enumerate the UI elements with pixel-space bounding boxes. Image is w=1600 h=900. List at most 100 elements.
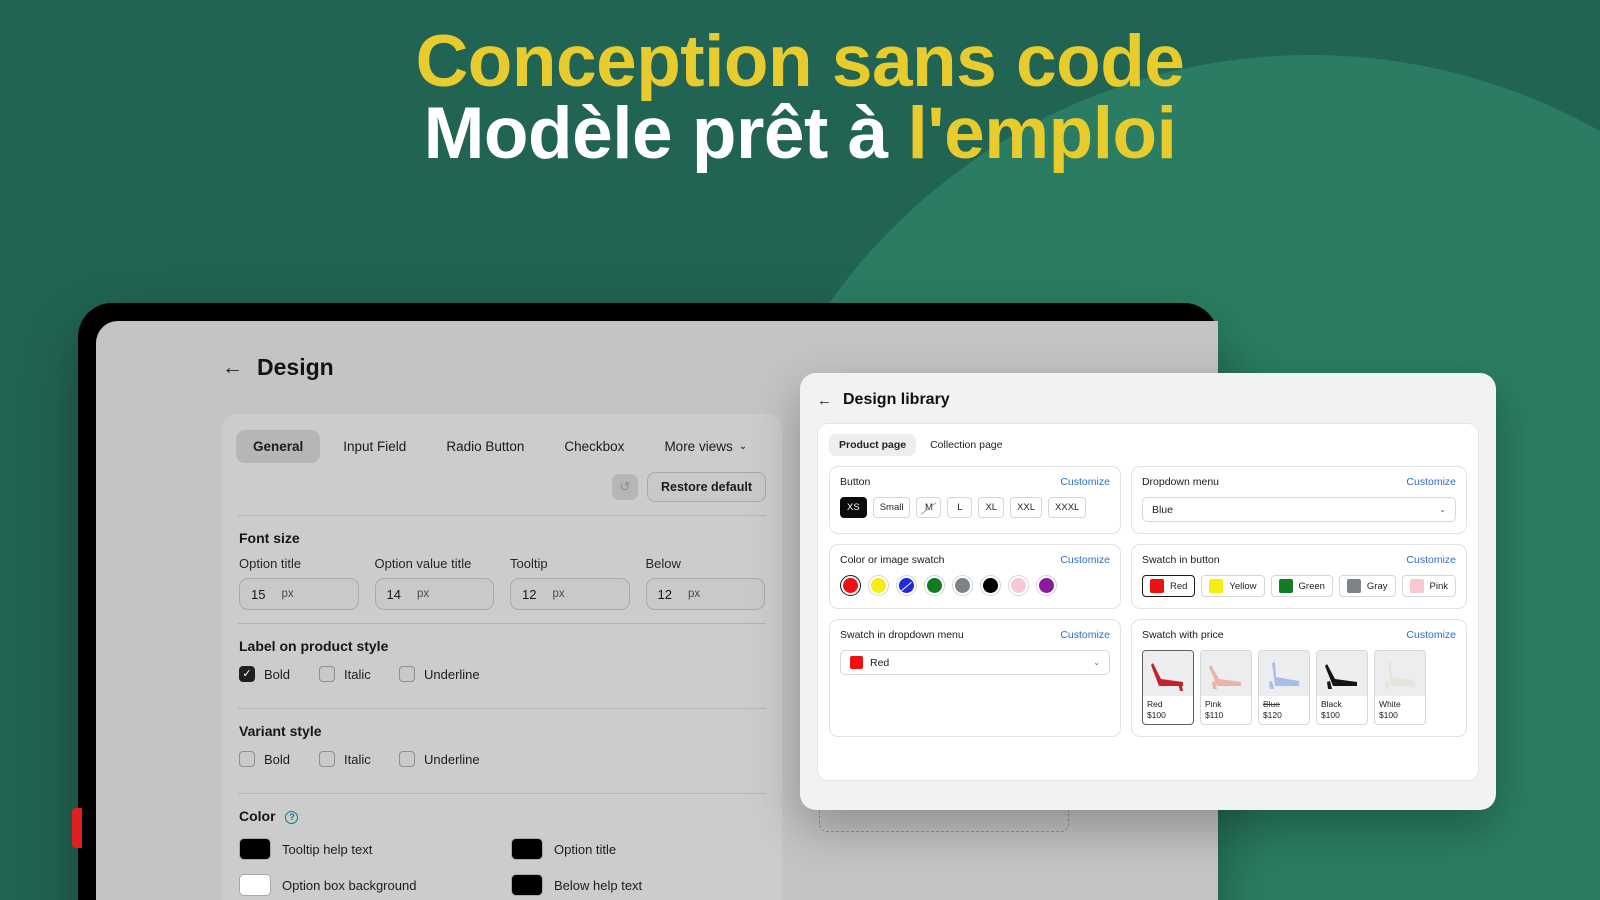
tab-product-page[interactable]: Product page xyxy=(829,434,917,456)
shoe-thumbnail xyxy=(1200,651,1251,696)
price-swatch-blue[interactable]: Blue $120 xyxy=(1257,650,1310,726)
color-label: Option box background xyxy=(282,877,417,893)
color-label: Below help text xyxy=(554,877,643,893)
card-title: Swatch in button xyxy=(1141,554,1220,566)
tab-more-views[interactable]: More views ⌄ xyxy=(647,430,764,463)
color-swatch xyxy=(239,838,271,860)
price-swatch-white[interactable]: White $100 xyxy=(1373,650,1426,726)
card-header: Swatch with price Customize xyxy=(1142,629,1456,641)
price-swatch-red[interactable]: Red $100 xyxy=(1141,650,1194,726)
size-chip-xxl[interactable]: XXL xyxy=(1010,497,1043,518)
customize-link[interactable]: Customize xyxy=(1060,476,1110,488)
screenshot-stage: Conception sans code Modèle prêt à l'emp… xyxy=(0,0,1600,900)
customize-link[interactable]: Customize xyxy=(1406,629,1456,641)
color-heading: Color ? xyxy=(222,794,782,824)
checkbox-label: Underline xyxy=(424,666,480,682)
swatch-button-gray[interactable]: Gray xyxy=(1338,575,1396,597)
restore-default-button[interactable]: Restore default xyxy=(647,472,766,502)
price-swatch-name: Pink xyxy=(1204,699,1222,709)
field-value: 12 xyxy=(522,586,537,602)
color-swatch xyxy=(239,874,271,896)
swatch-button-pink[interactable]: Pink xyxy=(1401,575,1456,597)
color-dot-purple[interactable] xyxy=(1036,575,1057,596)
price-meta: Pink $110 xyxy=(1201,696,1251,724)
swatch-button-yellow[interactable]: Yellow xyxy=(1201,575,1265,597)
font-size-fields: Option title 15 px Option value title 14… xyxy=(222,546,782,610)
checkbox-box xyxy=(399,666,415,682)
arrow-left-icon[interactable]: ← xyxy=(222,357,243,378)
swatch-chip xyxy=(1346,579,1361,593)
color-dot-pink[interactable] xyxy=(1008,575,1029,596)
tab-input-field[interactable]: Input Field xyxy=(326,430,423,463)
price-meta: Red $100 xyxy=(1143,696,1193,724)
color-dot-black[interactable] xyxy=(980,575,1001,596)
shoe-thumbnail xyxy=(1142,651,1193,696)
checkbox-box xyxy=(399,751,415,767)
option-value-title-size-input[interactable]: 14 px xyxy=(374,578,494,610)
swatch-button-label: Yellow xyxy=(1229,580,1257,592)
option-title-size-input[interactable]: 15 px xyxy=(239,578,359,610)
color-label: Option title xyxy=(554,841,617,857)
color-tooltip-help-text[interactable]: Tooltip help text xyxy=(239,838,493,860)
arrow-left-icon[interactable]: ← xyxy=(817,393,832,408)
color-dot-gray[interactable] xyxy=(952,575,973,596)
checkbox-label: Bold xyxy=(264,751,291,767)
size-chip-xl[interactable]: XL xyxy=(978,497,1005,518)
card-swatch-in-button: Swatch in button Customize Red Yellow Gr… xyxy=(1130,544,1467,609)
customize-link[interactable]: Customize xyxy=(1406,476,1456,488)
size-chip-small[interactable]: Small xyxy=(872,497,911,518)
size-chip-m[interactable]: M xyxy=(916,497,942,518)
checkbox-label: Italic xyxy=(344,751,371,767)
tab-more-views-label: More views xyxy=(664,439,733,454)
label-on-product-style-heading: Label on product style xyxy=(239,638,389,654)
checkbox-product-underline[interactable]: Underline xyxy=(399,666,509,682)
dot-fill xyxy=(927,578,942,593)
tab-checkbox[interactable]: Checkbox xyxy=(547,430,641,463)
checkbox-variant-italic[interactable]: Italic xyxy=(319,751,399,767)
question-mark-icon[interactable]: ? xyxy=(285,811,299,824)
swatch-button-green[interactable]: Green xyxy=(1270,575,1333,597)
size-chip-l[interactable]: L xyxy=(947,497,973,518)
swatch-button-red[interactable]: Red xyxy=(1141,575,1196,597)
color-dot-blue[interactable] xyxy=(896,575,917,596)
card-dropdown-menu: Dropdown menu Customize Blue ⌄ xyxy=(1130,466,1467,534)
chevron-down-icon: ⌄ xyxy=(738,441,748,452)
size-chip-xs[interactable]: XS xyxy=(840,497,867,518)
dropdown-menu-select[interactable]: Blue ⌄ xyxy=(1141,497,1456,522)
size-chip-xxxl[interactable]: XXXL xyxy=(1048,497,1087,518)
undo-icon[interactable]: ↺ xyxy=(612,474,638,500)
tab-general[interactable]: General xyxy=(236,430,321,463)
color-option-box-background[interactable]: Option box background xyxy=(239,874,493,896)
page-title: Design xyxy=(257,354,334,380)
checkbox-variant-bold[interactable]: Bold xyxy=(239,751,319,767)
swatch-dropdown-select[interactable]: Red ⌄ xyxy=(840,650,1110,675)
color-option-title[interactable]: Option title xyxy=(511,838,765,860)
customize-link[interactable]: Customize xyxy=(1060,629,1110,641)
hero-headline: Conception sans code Modèle prêt à l'emp… xyxy=(0,25,1600,169)
checkbox-product-bold[interactable]: Bold xyxy=(239,666,319,682)
tab-collection-page[interactable]: Collection page xyxy=(920,434,1012,456)
below-size-input[interactable]: 12 px xyxy=(645,578,765,610)
price-swatch-amount: $110 xyxy=(1204,709,1224,720)
price-swatch-amount: $120 xyxy=(1262,709,1282,720)
checkbox-product-italic[interactable]: Italic xyxy=(319,666,399,682)
color-dot-red[interactable] xyxy=(840,575,861,596)
customize-link[interactable]: Customize xyxy=(1060,554,1110,566)
price-swatch-name: Black xyxy=(1320,699,1342,709)
tab-radio-button[interactable]: Radio Button xyxy=(429,430,541,463)
dot-fill xyxy=(955,578,970,593)
price-swatch-pink[interactable]: Pink $110 xyxy=(1199,650,1252,726)
modal-body: Product page Collection page Button Cust… xyxy=(817,423,1479,781)
design-tabs: General Input Field Radio Button Checkbo… xyxy=(222,430,782,463)
device-side-button[interactable] xyxy=(72,808,82,848)
color-below-help-text[interactable]: Below help text xyxy=(511,874,765,896)
checkbox-variant-underline[interactable]: Underline xyxy=(399,751,509,767)
card-header: Swatch in dropdown menu Customize xyxy=(840,629,1110,641)
color-dot-yellow[interactable] xyxy=(868,575,889,596)
tooltip-size-input[interactable]: 12 px xyxy=(510,578,630,610)
color-dot-green[interactable] xyxy=(924,575,945,596)
price-swatch-name: Blue xyxy=(1262,699,1280,709)
customize-link[interactable]: Customize xyxy=(1406,554,1456,566)
price-swatch-black[interactable]: Black $100 xyxy=(1315,650,1368,726)
field-label: Option title xyxy=(239,556,302,571)
